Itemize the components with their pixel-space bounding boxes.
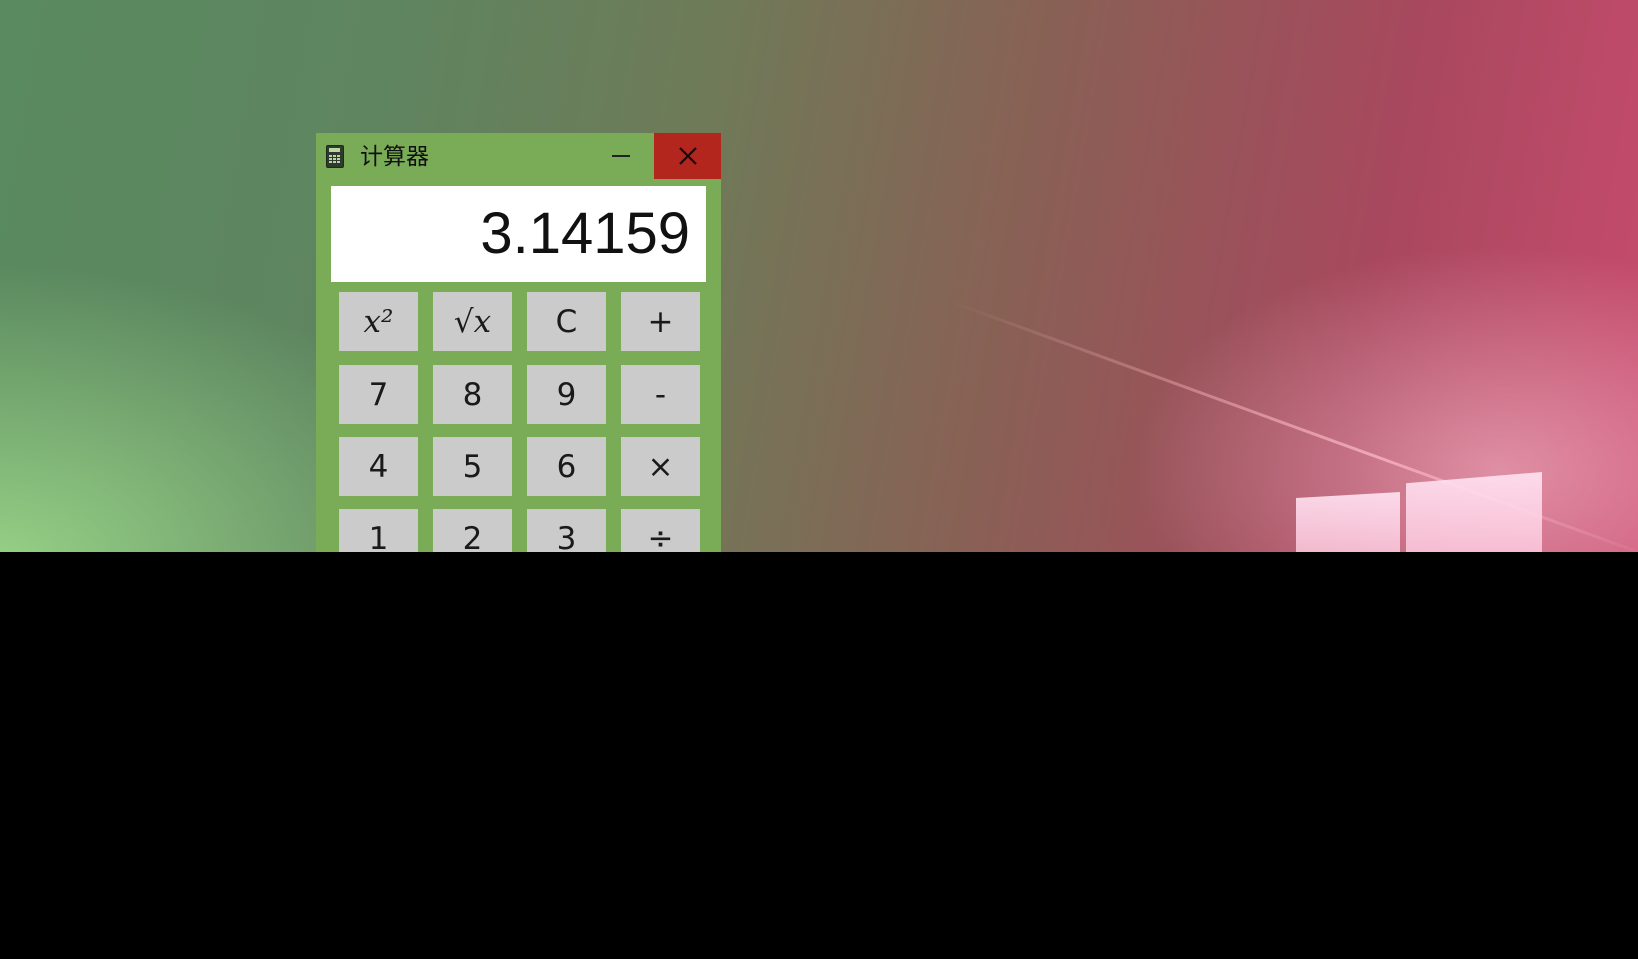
windows-logo-icon	[1296, 472, 1546, 552]
key-clear[interactable]: C	[527, 292, 606, 351]
minimize-icon	[612, 155, 630, 157]
key-6[interactable]: 6	[527, 437, 606, 496]
key-sqrt[interactable]: √x	[433, 292, 512, 351]
display: 3.14159	[331, 186, 706, 282]
close-button[interactable]	[654, 133, 721, 179]
desktop-wallpaper	[0, 0, 1638, 552]
window-title: 计算器	[360, 143, 429, 169]
key-4[interactable]: 4	[339, 437, 418, 496]
windows-logo-pane-right	[1406, 472, 1542, 552]
calculator-icon	[326, 145, 344, 168]
key-1[interactable]: 1	[339, 509, 418, 552]
title-bar[interactable]: 计算器	[316, 133, 721, 179]
key-subtract[interactable]: -	[621, 365, 700, 424]
key-9[interactable]: 9	[527, 365, 606, 424]
key-add[interactable]: +	[621, 292, 700, 351]
display-value: 3.14159	[480, 201, 690, 266]
key-multiply[interactable]: ×	[621, 437, 700, 496]
key-divide[interactable]: ÷	[621, 509, 700, 552]
close-icon	[678, 147, 697, 165]
key-5[interactable]: 5	[433, 437, 512, 496]
calculator-window: 计算器 3.14159 x² √x C + 7 8 9 - 4 5 6 × 1 …	[316, 133, 721, 552]
key-8[interactable]: 8	[433, 365, 512, 424]
key-square[interactable]: x²	[339, 292, 418, 351]
minimize-button[interactable]	[588, 133, 654, 179]
key-3[interactable]: 3	[527, 509, 606, 552]
key-7[interactable]: 7	[339, 365, 418, 424]
blank-region	[0, 552, 1638, 959]
windows-logo-pane-left	[1296, 492, 1400, 552]
key-2[interactable]: 2	[433, 509, 512, 552]
